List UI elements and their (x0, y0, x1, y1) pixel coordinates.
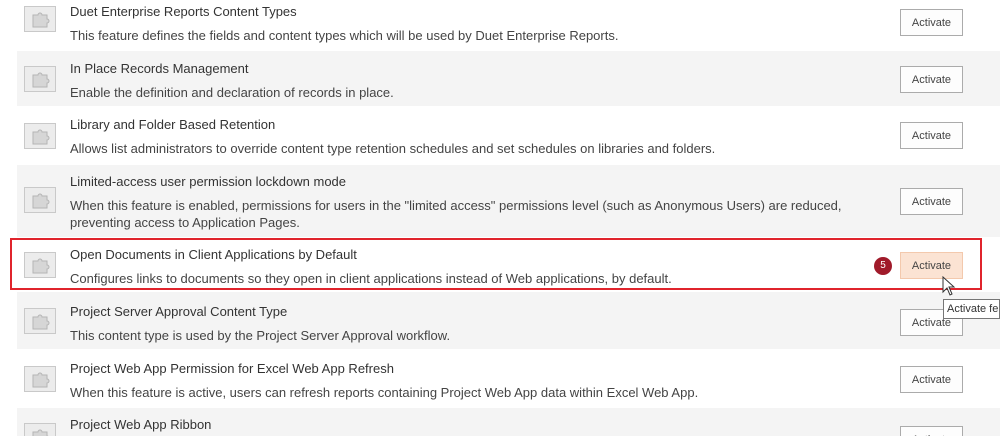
activate-button[interactable]: Activate (900, 9, 963, 36)
feature-row: In Place Records Management Enable the d… (17, 51, 1000, 106)
feature-row: Duet Enterprise Reports Content Types Th… (17, 0, 1000, 50)
feature-puzzle-icon (24, 366, 56, 392)
feature-description: This feature defines the fields and cont… (70, 28, 619, 43)
feature-title: Duet Enterprise Reports Content Types (70, 4, 297, 19)
feature-title: Limited-access user permission lockdown … (70, 174, 347, 189)
feature-title: In Place Records Management (70, 61, 249, 76)
activate-button[interactable]: Activate (900, 426, 963, 436)
feature-puzzle-icon (24, 423, 56, 436)
feature-description: Enable the definition and declaration of… (70, 85, 394, 100)
feature-row: Project Server Approval Content Type Thi… (17, 292, 1000, 349)
feature-puzzle-icon (24, 187, 56, 213)
feature-puzzle-icon (24, 308, 56, 334)
activate-button[interactable]: Activate (900, 66, 963, 93)
mouse-cursor-icon (942, 275, 956, 301)
tooltip: Activate fe (943, 299, 1000, 319)
feature-puzzle-icon (24, 6, 56, 32)
feature-row: Open Documents in Client Applications by… (17, 239, 1000, 289)
feature-description: Configures links to documents so they op… (70, 271, 672, 286)
feature-row: Project Web App Permission for Excel Web… (17, 351, 1000, 406)
feature-puzzle-icon (24, 123, 56, 149)
feature-title: Project Server Approval Content Type (70, 304, 288, 319)
feature-puzzle-icon (24, 252, 56, 278)
feature-title: Library and Folder Based Retention (70, 117, 276, 132)
feature-title: Open Documents in Client Applications by… (70, 247, 357, 262)
feature-description: Allows list administrators to override c… (70, 141, 716, 156)
feature-title: Project Web App Ribbon (70, 417, 212, 432)
feature-description: This content type is used by the Project… (70, 328, 451, 343)
step-badge: 5 (874, 257, 892, 275)
activate-button[interactable]: Activate (900, 188, 963, 215)
feature-row: Project Web App Ribbon Activate (17, 408, 1000, 436)
feature-puzzle-icon (24, 66, 56, 92)
activate-button[interactable]: Activate (900, 252, 963, 279)
feature-description: When this feature is active, users can r… (70, 385, 699, 400)
feature-title: Project Web App Permission for Excel Web… (70, 361, 394, 376)
feature-row: Library and Folder Based Retention Allow… (17, 108, 1000, 163)
feature-description: When this feature is enabled, permission… (70, 198, 842, 230)
feature-row: Limited-access user permission lockdown … (17, 165, 1000, 237)
activate-button[interactable]: Activate (900, 366, 963, 393)
activate-button[interactable]: Activate (900, 122, 963, 149)
